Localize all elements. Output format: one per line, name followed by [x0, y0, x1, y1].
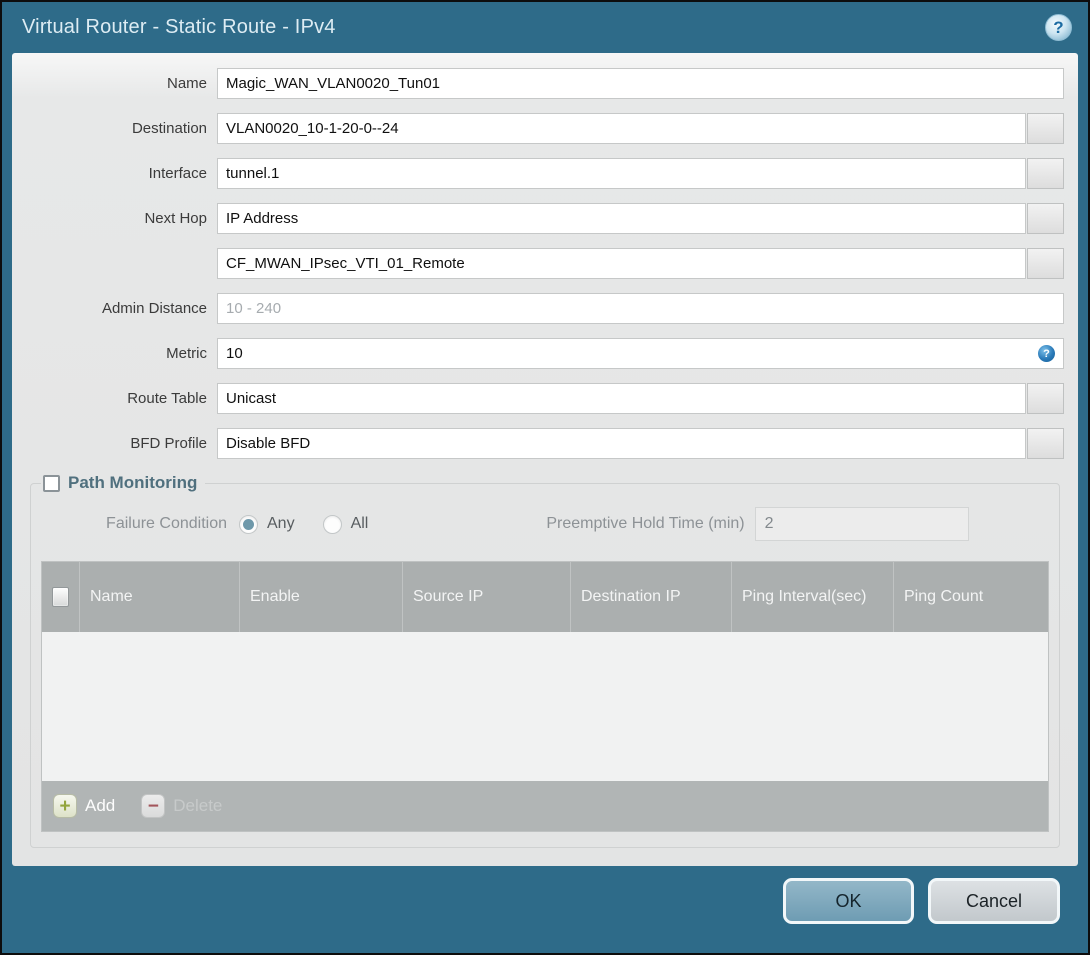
static-route-form: Name Destination Interface — [12, 53, 1078, 459]
destination-input[interactable] — [217, 113, 1026, 144]
failure-condition-label: Failure Condition — [106, 515, 227, 532]
column-header-enable[interactable]: Enable — [239, 562, 402, 632]
column-header-name[interactable]: Name — [79, 562, 239, 632]
column-header-source-ip[interactable]: Source IP — [402, 562, 570, 632]
select-all-checkbox[interactable] — [52, 587, 69, 607]
interface-row: Interface — [12, 158, 1064, 189]
column-header-destination-ip[interactable]: Destination IP — [570, 562, 731, 632]
name-row: Name — [12, 68, 1064, 99]
metric-label: Metric — [166, 345, 207, 362]
dialog-footer: OK Cancel — [783, 878, 1060, 924]
table-footer: + Add − Delete — [42, 781, 1048, 831]
delete-button[interactable]: − Delete — [141, 794, 222, 818]
next-hop-address-input[interactable] — [217, 248, 1026, 279]
table-header: Name Enable Source IP Destination IP Pin… — [42, 562, 1048, 632]
delete-button-label: Delete — [173, 796, 223, 815]
destination-row: Destination — [12, 113, 1064, 144]
bfd-profile-label: BFD Profile — [130, 435, 207, 452]
name-input[interactable] — [217, 68, 1064, 99]
bfd-profile-input[interactable] — [217, 428, 1026, 459]
admin-distance-row: Admin Distance — [12, 293, 1064, 324]
radio-any-circle[interactable] — [239, 514, 258, 534]
preemptive-hold-time-input[interactable] — [754, 507, 969, 541]
interface-label: Interface — [148, 165, 207, 182]
next-hop-row: Next Hop — [12, 203, 1064, 234]
route-table-row: Route Table — [12, 383, 1064, 414]
delete-icon: − — [141, 794, 166, 818]
table-body — [42, 632, 1048, 781]
destination-dropdown-button[interactable] — [1027, 113, 1064, 144]
dialog-title: Virtual Router - Static Route - IPv4 — [22, 16, 336, 38]
path-monitoring-section: Path Monitoring Failure Condition Any Al… — [30, 473, 1060, 848]
cancel-button[interactable]: Cancel — [928, 878, 1060, 924]
admin-distance-label: Admin Distance — [101, 300, 207, 317]
metric-row: Metric ? — [12, 338, 1064, 369]
metric-input[interactable] — [217, 338, 1064, 369]
static-route-dialog: Virtual Router - Static Route - IPv4 ? N… — [0, 0, 1090, 955]
add-icon: + — [53, 794, 77, 818]
radio-any[interactable]: Any — [239, 514, 295, 534]
dialog-content: Name Destination Interface — [12, 53, 1078, 866]
column-header-ping-count[interactable]: Ping Count — [893, 562, 1048, 632]
next-hop-address-row — [12, 248, 1064, 279]
radio-any-label: Any — [267, 515, 295, 532]
path-monitoring-table: Name Enable Source IP Destination IP Pin… — [41, 561, 1049, 832]
next-hop-type-input[interactable] — [217, 203, 1026, 234]
dialog-titlebar: Virtual Router - Static Route - IPv4 ? — [2, 2, 1088, 53]
help-icon[interactable]: ? — [1045, 14, 1072, 41]
interface-input[interactable] — [217, 158, 1026, 189]
route-table-dropdown-button[interactable] — [1027, 383, 1064, 414]
radio-all-circle[interactable] — [322, 514, 342, 534]
column-header-ping-interval[interactable]: Ping Interval(sec) — [731, 562, 893, 632]
name-label: Name — [166, 75, 207, 92]
select-all-cell — [42, 562, 79, 632]
route-table-input[interactable] — [217, 383, 1026, 414]
path-monitoring-checkbox[interactable] — [43, 474, 60, 492]
radio-all[interactable]: All — [322, 514, 369, 534]
destination-label: Destination — [131, 120, 207, 137]
route-table-label: Route Table — [127, 390, 207, 407]
preemptive-hold-time-label: Preemptive Hold Time (min) — [546, 515, 745, 532]
admin-distance-input[interactable] — [217, 293, 1064, 324]
next-hop-label: Next Hop — [144, 210, 207, 227]
path-monitoring-title: Path Monitoring — [68, 473, 198, 492]
next-hop-type-dropdown-button[interactable] — [1027, 203, 1064, 234]
info-icon[interactable]: ? — [1038, 345, 1055, 362]
interface-dropdown-button[interactable] — [1027, 158, 1064, 189]
radio-all-label: All — [350, 515, 369, 532]
ok-button[interactable]: OK — [783, 878, 914, 924]
failure-condition-radio-group: Any All — [239, 514, 396, 534]
add-button-label: Add — [85, 796, 116, 815]
path-monitoring-legend: Path Monitoring — [41, 473, 205, 493]
next-hop-address-dropdown-button[interactable] — [1027, 248, 1064, 279]
add-button[interactable]: + Add — [53, 794, 115, 818]
path-monitoring-controls: Failure Condition Any All Preemptive Hol… — [41, 507, 1049, 541]
bfd-profile-dropdown-button[interactable] — [1027, 428, 1064, 459]
bfd-profile-row: BFD Profile — [12, 428, 1064, 459]
